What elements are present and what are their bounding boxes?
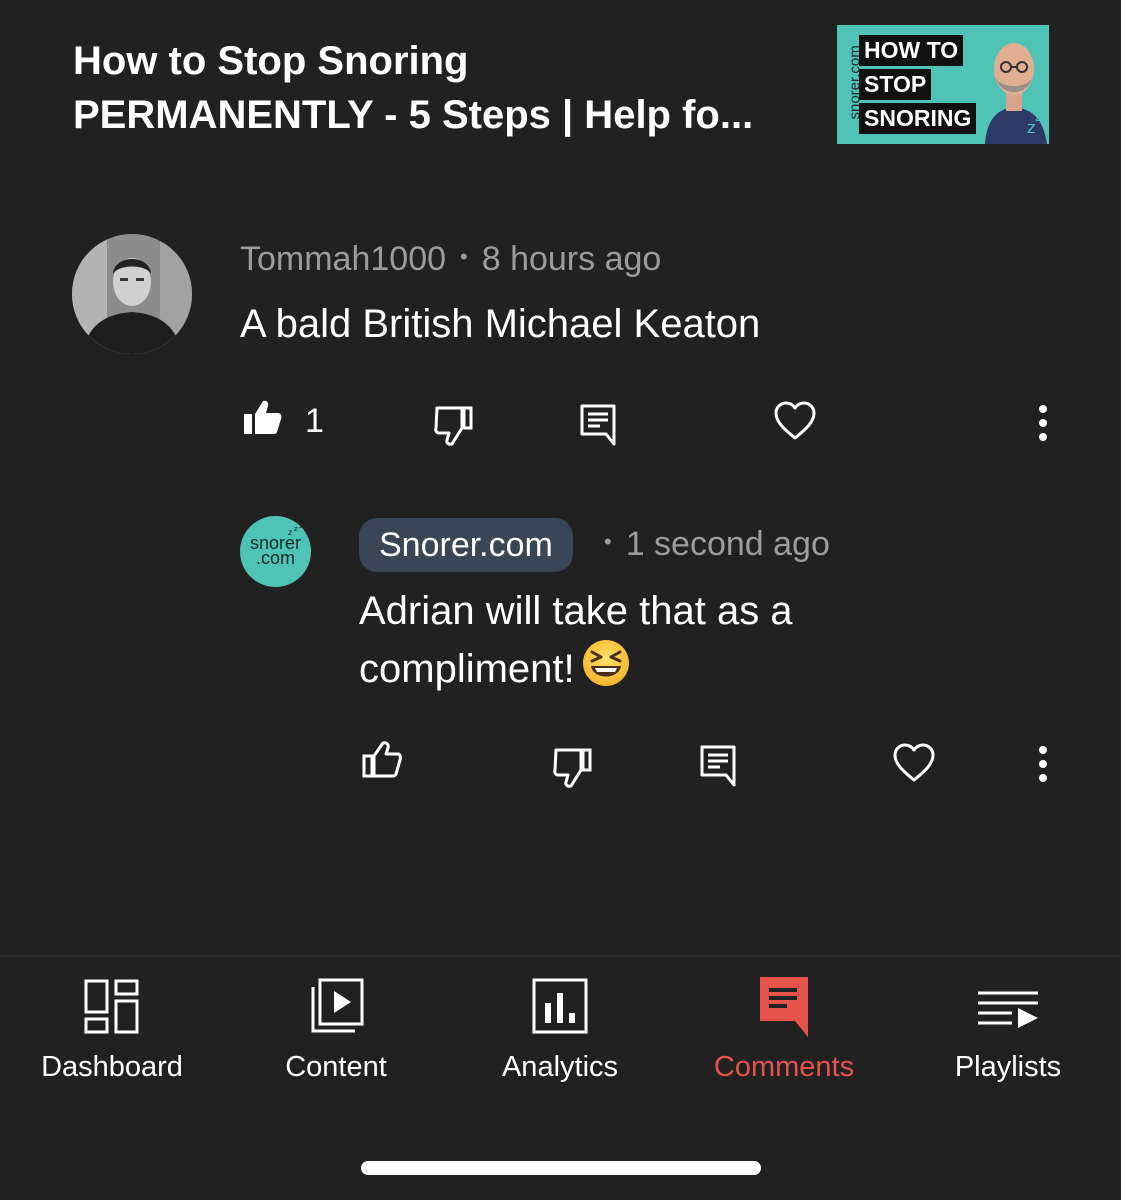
comment-like-count: 1 <box>305 402 324 440</box>
svg-text:z: z <box>299 524 302 530</box>
comment-more-button[interactable] <box>1036 404 1050 447</box>
logo-z-marks: z z z <box>288 524 302 536</box>
comment-heart-button[interactable] <box>774 401 816 446</box>
comment-author[interactable]: Tommah1000 <box>240 240 446 278</box>
nav-label-analytics: Analytics <box>501 1051 619 1083</box>
nav-item-comments[interactable]: Comments <box>672 975 896 1084</box>
video-title[interactable]: How to Stop Snoring PERMANENTLY - 5 Step… <box>73 34 813 142</box>
comment-like-button[interactable] <box>242 398 282 443</box>
content-icon <box>311 978 364 1033</box>
reply-text-block: Adrian will take that as a compliment! <box>359 584 879 696</box>
reply-dislike-button[interactable] <box>553 746 593 795</box>
playlists-icon <box>978 991 1038 1028</box>
comment-dislike-button[interactable] <box>434 404 474 453</box>
commenter-avatar[interactable] <box>72 234 192 354</box>
nav-label-dashboard: Dashboard <box>41 1051 183 1083</box>
comment-time: 8 hours ago <box>481 240 662 278</box>
thumbs-down-icon <box>434 406 473 446</box>
reply-heart-button[interactable] <box>893 743 935 788</box>
reply-avatar[interactable]: snorer .com z z z <box>240 516 311 587</box>
grinning-squinting-face-icon <box>582 640 629 686</box>
reply-like-button[interactable] <box>362 741 402 784</box>
reply-reply-button[interactable] <box>700 745 736 792</box>
comment-meta: Tommah1000 • 8 hours ago <box>240 240 661 279</box>
heart-icon <box>774 401 816 440</box>
dashboard-icon <box>84 979 139 1034</box>
reply-more-button[interactable] <box>1036 745 1050 788</box>
thumbs-up-filled-icon <box>244 400 282 434</box>
reply-author-badge[interactable]: Snorer.com <box>359 518 573 572</box>
thumbs-up-icon <box>362 741 402 778</box>
analytics-icon <box>532 978 588 1034</box>
reply-avatar-logo: snorer .com <box>249 533 302 568</box>
nav-label-playlists: Playlists <box>954 1051 1062 1083</box>
reply-text: Adrian will take that as a compliment! <box>359 589 793 691</box>
svg-text:z: z <box>288 528 292 536</box>
svg-text:z: z <box>294 525 298 533</box>
nav-item-dashboard[interactable]: Dashboard <box>0 975 224 1084</box>
thumbnail-person-image: z z <box>985 43 1047 144</box>
home-indicator[interactable] <box>361 1161 761 1175</box>
comments-icon <box>760 977 808 1037</box>
reply-meta: • 1 second ago <box>604 525 830 564</box>
reply-comment-icon <box>700 745 736 787</box>
meta-separator: • <box>604 529 612 554</box>
svg-text:z: z <box>1035 110 1041 124</box>
more-vertical-icon <box>1039 405 1047 441</box>
thumbnail-line-3: SNORING <box>859 103 977 134</box>
nav-item-playlists[interactable]: Playlists <box>896 975 1120 1084</box>
thumbnail-line-2: STOP <box>859 69 932 100</box>
heart-icon <box>893 743 935 782</box>
comment-text: A bald British Michael Keaton <box>240 302 761 346</box>
meta-separator: • <box>460 244 468 269</box>
nav-divider <box>0 955 1121 957</box>
reply-comment-icon <box>580 404 616 446</box>
video-thumbnail[interactable]: snorer.com HOW TO STOP SNORING z z <box>837 25 1049 144</box>
reply-time: 1 second ago <box>625 525 830 563</box>
nav-item-analytics[interactable]: Analytics <box>448 975 672 1084</box>
comment-reply-button[interactable] <box>580 404 616 451</box>
thumbnail-line-1: HOW TO <box>859 35 964 66</box>
nav-label-content: Content <box>285 1051 387 1083</box>
commenter-photo <box>72 234 192 354</box>
more-vertical-icon <box>1039 746 1047 782</box>
thumbs-down-icon <box>553 748 592 788</box>
nav-item-content[interactable]: Content <box>224 975 448 1084</box>
nav-label-comments: Comments <box>713 1051 855 1083</box>
